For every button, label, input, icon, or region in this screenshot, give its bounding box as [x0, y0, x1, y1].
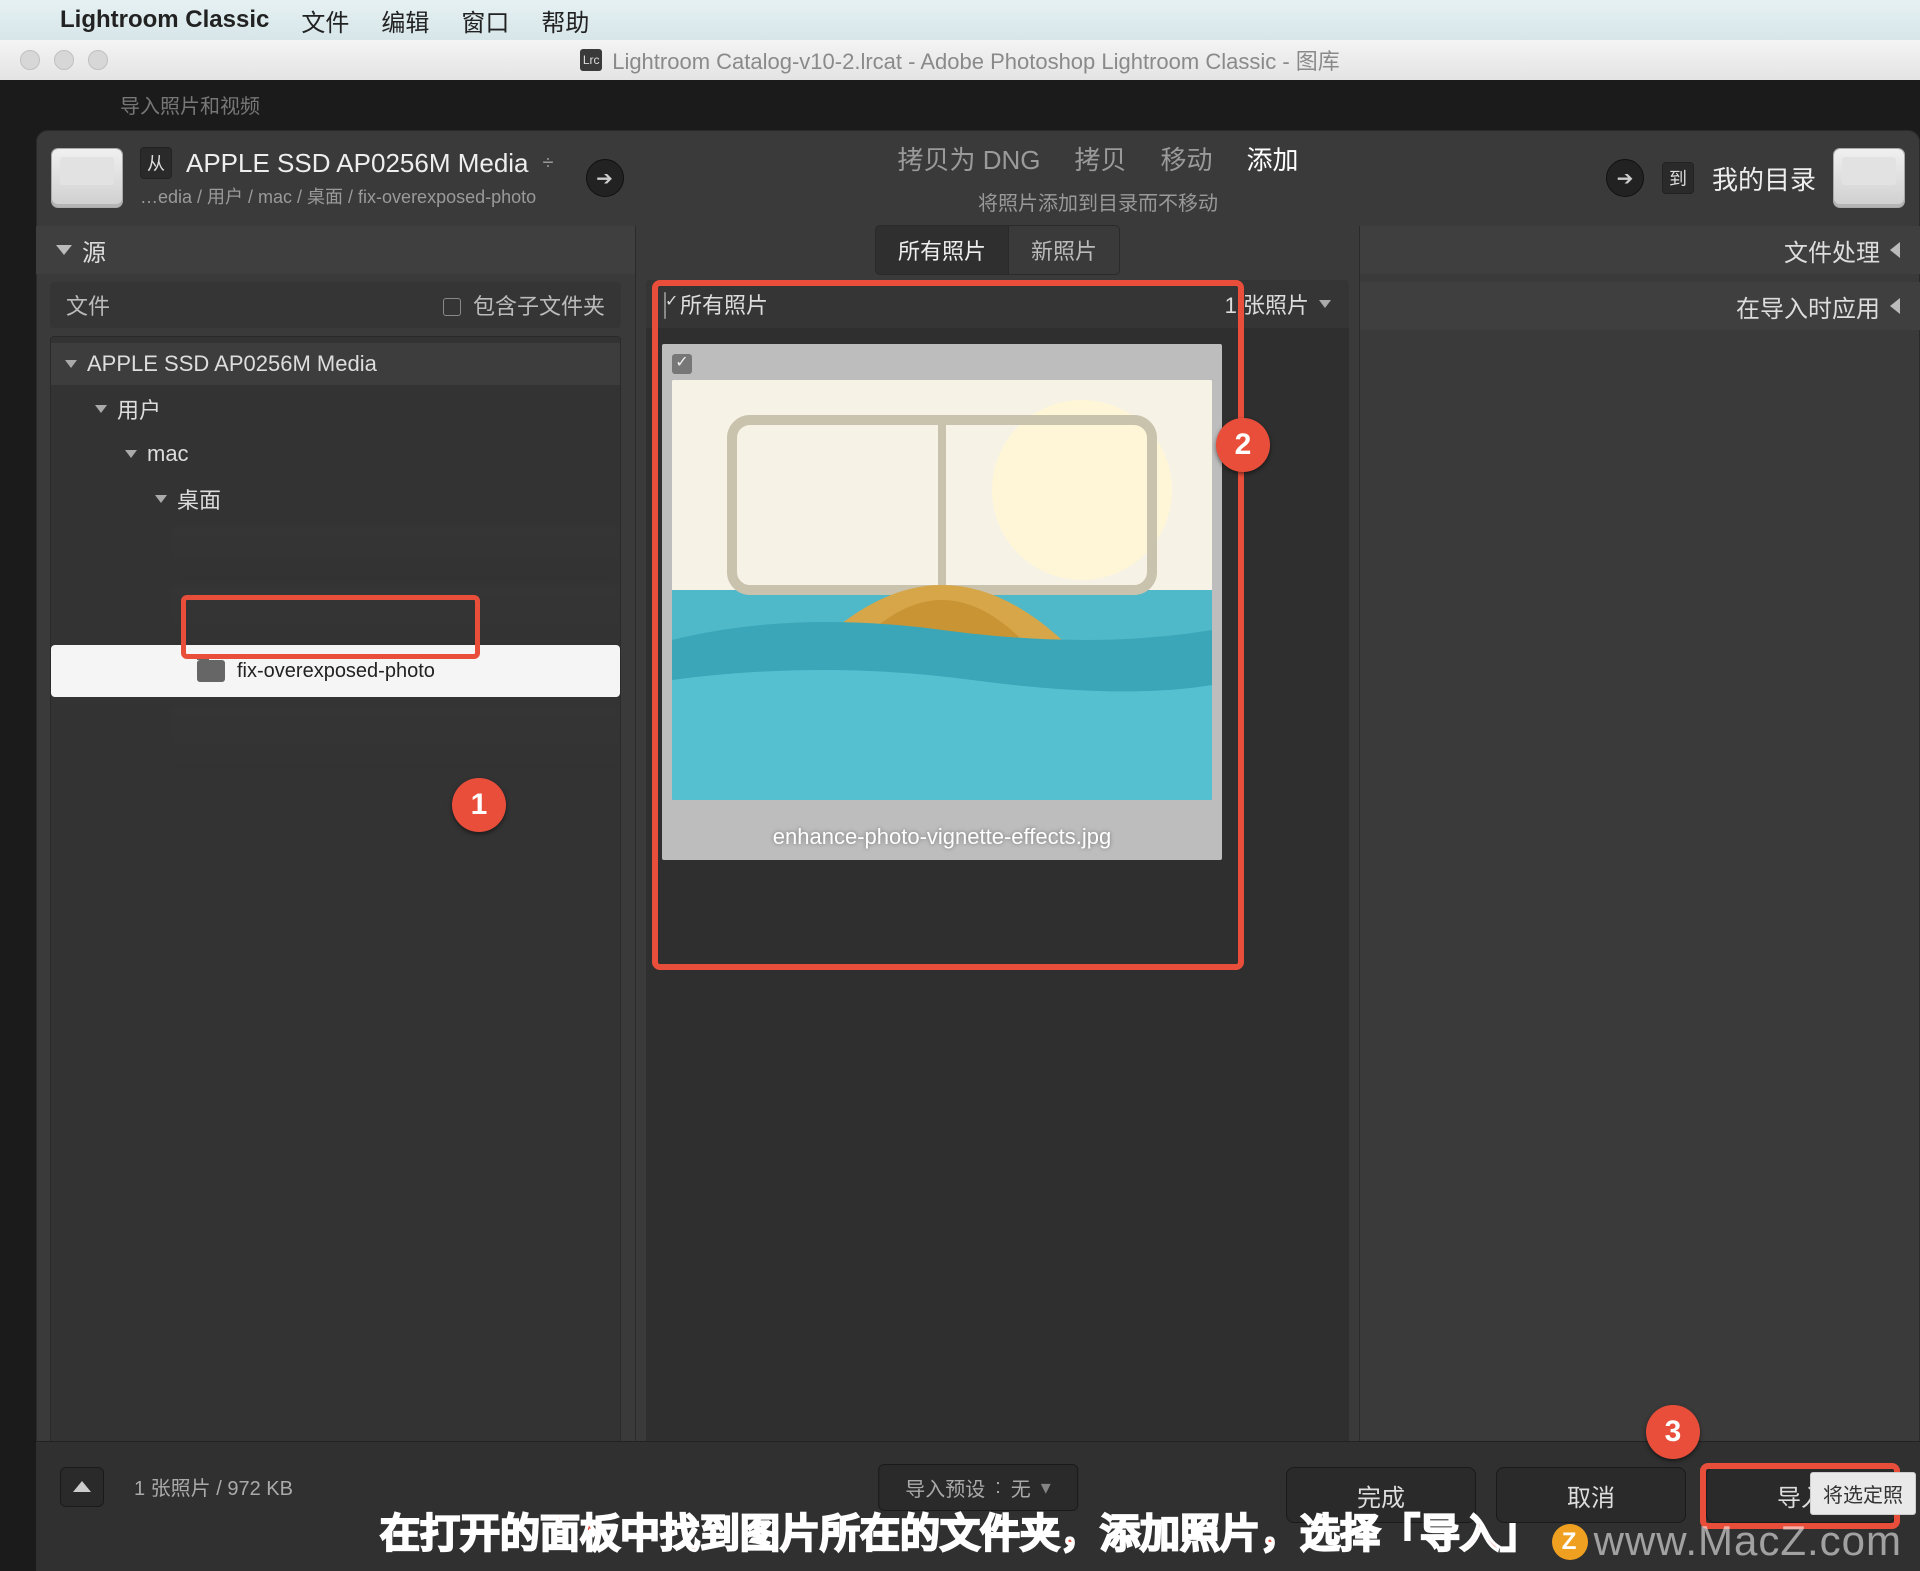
menu-help[interactable]: 帮助: [541, 3, 589, 38]
thumb-header-label: 所有照片: [680, 293, 768, 318]
chevron-up-icon: [73, 1481, 91, 1492]
tab-new-photos[interactable]: 新照片: [1009, 225, 1120, 275]
drive-icon: [1834, 149, 1904, 207]
annotation-badge-3: 3: [1646, 1405, 1700, 1459]
menu-file[interactable]: 文件: [301, 3, 349, 38]
tree-root[interactable]: APPLE SSD AP0256M Media: [51, 343, 620, 385]
arrow-right-icon[interactable]: ➔: [586, 159, 624, 197]
tab-all-photos[interactable]: 所有照片: [875, 225, 1009, 275]
chevron-down-icon: [155, 495, 167, 503]
panel-title-label: 在导入时应用: [1736, 289, 1880, 324]
photo-count: 1 张照片: [1225, 288, 1309, 320]
panel-title-label: 文件处理: [1784, 233, 1880, 268]
window-controls[interactable]: [20, 50, 108, 70]
menu-edit[interactable]: 编辑: [381, 3, 429, 38]
panel-title-apply-during-import[interactable]: 在导入时应用: [1360, 282, 1920, 330]
folder-icon: [197, 660, 225, 682]
thumb-header: 所有照片 1 张照片: [646, 280, 1349, 328]
mode-move[interactable]: 移动: [1161, 140, 1213, 177]
source-selector-icon[interactable]: ÷: [543, 152, 554, 175]
to-chip: 到: [1662, 162, 1694, 194]
tree-item-mac[interactable]: mac: [51, 433, 620, 475]
selected-folder-label: fix-overexposed-photo: [237, 660, 435, 683]
checkbox-icon[interactable]: [664, 292, 666, 319]
chevron-down-icon: [56, 245, 72, 255]
chevron-down-icon[interactable]: [1319, 300, 1331, 308]
thumb-card[interactable]: enhance-photo-vignette-effects.jpg: [662, 344, 1222, 860]
chevron-left-icon: [1890, 242, 1900, 258]
tree-item-desktop[interactable]: 桌面: [51, 475, 620, 523]
chevron-left-icon: [1890, 298, 1900, 314]
mac-menubar: Lightroom Classic 文件 编辑 窗口 帮助: [0, 0, 1920, 40]
chevron-down-icon: [65, 360, 77, 368]
footer-info: 1 张照片 / 972 KB: [134, 1472, 293, 1501]
panel-title-label: 源: [82, 233, 106, 268]
checkbox-icon[interactable]: [443, 298, 461, 316]
import-header: 从 APPLE SSD AP0256M Media ÷ …edia / 用户 /…: [36, 130, 1920, 226]
panel-right: 文件处理 在导入时应用: [1360, 226, 1920, 1571]
window-title: Lightroom Catalog-v10-2.lrcat - Adobe Ph…: [612, 44, 1340, 76]
mode-copy[interactable]: 拷贝: [1074, 140, 1126, 177]
tree-item-users[interactable]: 用户: [51, 385, 620, 433]
folder-tree: APPLE SSD AP0256M Media 用户 mac 桌面 fix-ov…: [50, 336, 621, 1571]
drive-icon: [52, 149, 122, 207]
watermark-icon: Z: [1552, 1524, 1588, 1560]
thumb-image[interactable]: [672, 380, 1212, 800]
panel-title-file-handling[interactable]: 文件处理: [1360, 226, 1920, 274]
arrow-right-icon[interactable]: ➔: [1606, 159, 1644, 197]
thumb-filename: enhance-photo-vignette-effects.jpg: [672, 824, 1212, 850]
chevron-down-icon: [95, 405, 107, 413]
annotation-badge-1: 1: [452, 778, 506, 832]
panel-source: 源 文件 包含子文件夹 APPLE SSD AP0256M Media 用户 m…: [36, 226, 636, 1571]
chevron-down-icon: [125, 450, 137, 458]
source-breadcrumb: …edia / 用户 / mac / 桌面 / fix-overexposed-…: [140, 183, 554, 209]
import-hint: 导入照片和视频: [0, 80, 1920, 125]
minimize-icon[interactable]: [54, 50, 74, 70]
mode-dng[interactable]: 拷贝为 DNG: [897, 140, 1040, 177]
files-label: 文件: [66, 289, 110, 321]
import-dialog: 从 APPLE SSD AP0256M Media ÷ …edia / 用户 /…: [36, 130, 1920, 1571]
document-icon: Lrc: [580, 49, 602, 71]
thumb-checkbox[interactable]: [672, 354, 692, 374]
import-modes: 拷贝为 DNG 拷贝 移动 添加: [636, 140, 1560, 177]
panel-title-source[interactable]: 源: [36, 226, 635, 274]
source-name[interactable]: APPLE SSD AP0256M Media: [186, 148, 529, 179]
from-chip: 从: [140, 147, 172, 179]
thumb-tabs: 所有照片 新照片: [636, 226, 1359, 274]
annotation-badge-2: 2: [1216, 418, 1270, 472]
zoom-icon[interactable]: [88, 50, 108, 70]
mode-add[interactable]: 添加: [1247, 140, 1299, 177]
close-icon[interactable]: [20, 50, 40, 70]
destination-name[interactable]: 我的目录: [1712, 160, 1816, 197]
app-body: 导入照片和视频 从 APPLE SSD AP0256M Media ÷ …edi…: [0, 80, 1920, 1571]
menu-window[interactable]: 窗口: [461, 3, 509, 38]
window-titlebar: Lrc Lightroom Catalog-v10-2.lrcat - Adob…: [0, 40, 1920, 80]
thumb-grid[interactable]: enhance-photo-vignette-effects.jpg: [646, 328, 1349, 1499]
tree-item-selected[interactable]: fix-overexposed-photo: [51, 645, 620, 697]
files-header: 文件 包含子文件夹: [50, 282, 621, 328]
menubar-app-name[interactable]: Lightroom Classic: [60, 6, 269, 34]
include-subfolders-toggle[interactable]: 包含子文件夹: [443, 289, 605, 321]
mode-subtitle: 将照片添加到目录而不移动: [636, 187, 1560, 216]
watermark: Zwww.MacZ.com: [1552, 1517, 1902, 1565]
